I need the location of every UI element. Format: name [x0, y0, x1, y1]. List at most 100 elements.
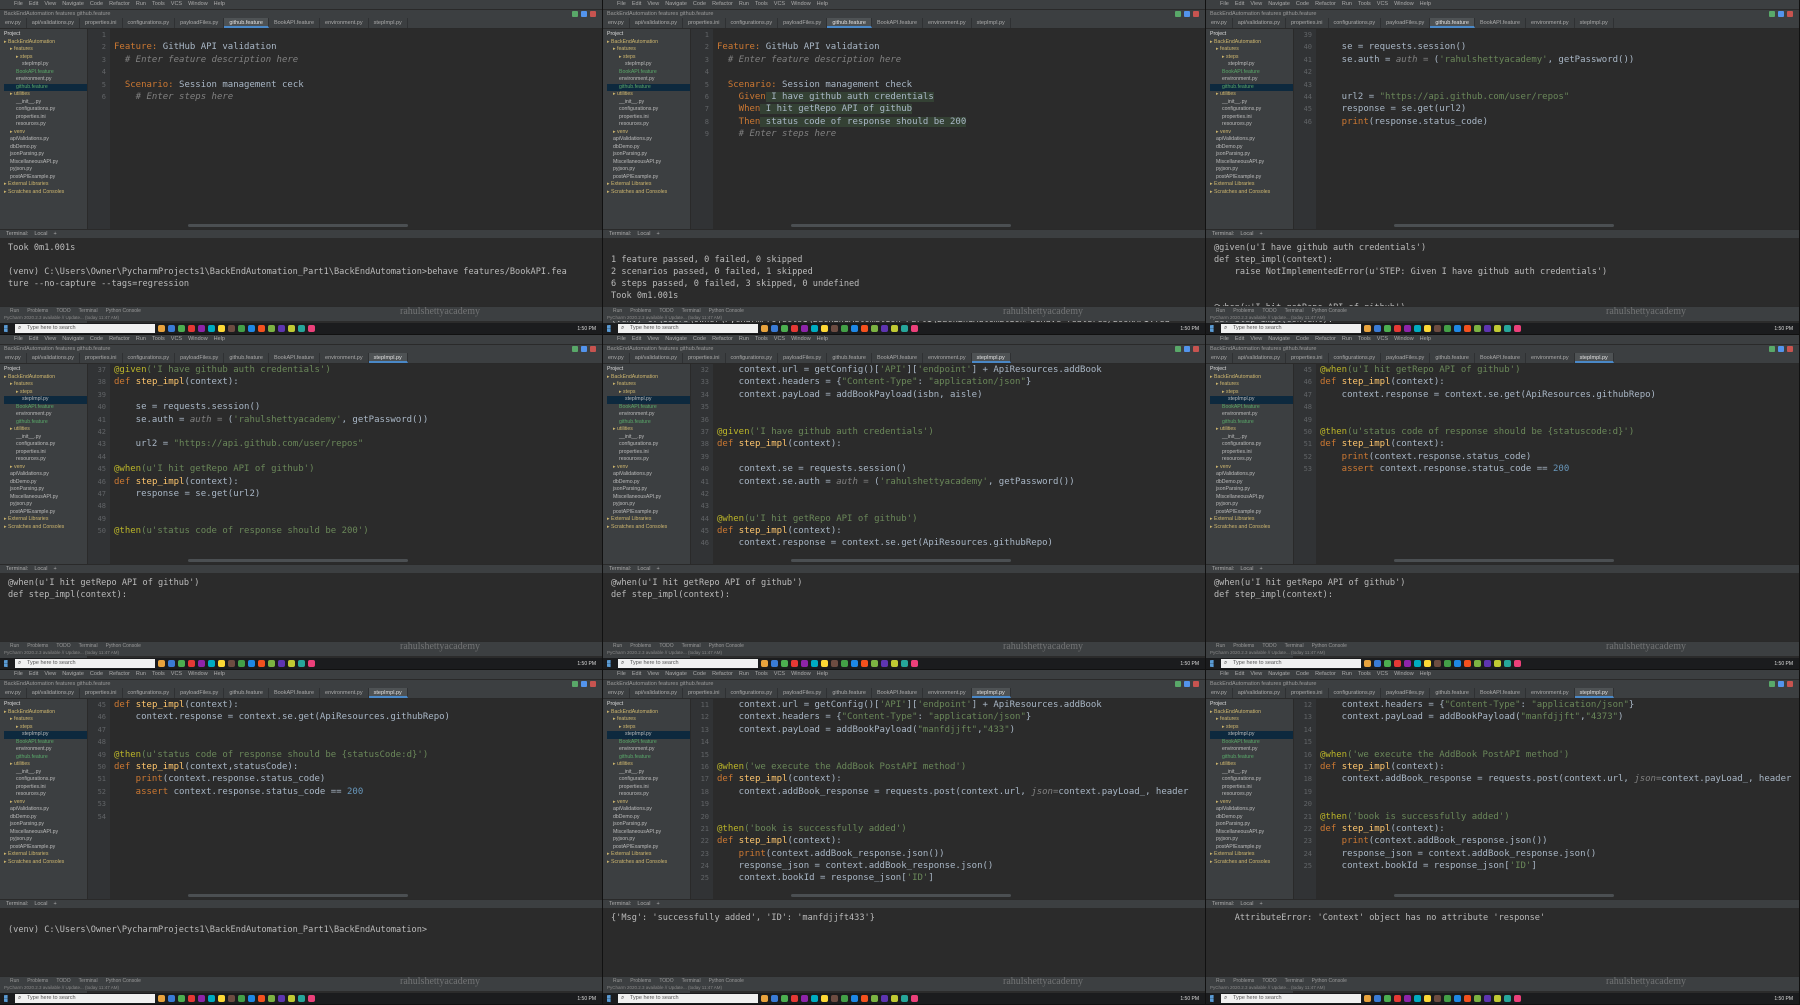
- stop-icon[interactable]: [1787, 11, 1793, 17]
- menu-item-file[interactable]: File: [1220, 0, 1229, 9]
- menu-item-code[interactable]: Code: [1296, 335, 1309, 344]
- terminal-tab[interactable]: Terminal:: [6, 900, 28, 908]
- terminal-tab[interactable]: Terminal:: [609, 900, 631, 908]
- editor-tab[interactable]: BookAPI.feature: [872, 688, 924, 698]
- editor-tab[interactable]: payloadFiles.py: [1381, 18, 1431, 28]
- tree-item[interactable]: ▸ External Libraries: [1210, 516, 1293, 524]
- tree-item[interactable]: pyjson.py: [1210, 836, 1293, 844]
- menu-item-vcs[interactable]: VCS: [1377, 670, 1388, 679]
- taskbar-app-icon[interactable]: [881, 660, 888, 667]
- tree-item[interactable]: environment.py: [607, 76, 690, 84]
- terminal-tab[interactable]: Local: [1240, 230, 1253, 238]
- menu-item-tools[interactable]: Tools: [755, 0, 768, 9]
- menu-item-navigate[interactable]: Navigate: [665, 0, 687, 9]
- tool-tab[interactable]: TODO: [56, 977, 70, 985]
- tree-item[interactable]: ▸ features: [607, 716, 690, 724]
- menu-item-vcs[interactable]: VCS: [774, 335, 785, 344]
- editor-tab[interactable]: environment.py: [320, 688, 369, 698]
- menu-item-edit[interactable]: Edit: [29, 670, 38, 679]
- tree-item[interactable]: jsonParsing.py: [1210, 151, 1293, 159]
- tree-item[interactable]: apiValidations.py: [1210, 806, 1293, 814]
- tree-item[interactable]: ▸ External Libraries: [607, 851, 690, 859]
- tree-item[interactable]: BookAPI.feature: [1210, 69, 1293, 77]
- tree-item[interactable]: github.feature: [1210, 754, 1293, 762]
- tree-item[interactable]: ▸ utilities: [1210, 426, 1293, 434]
- tree-item[interactable]: environment.py: [1210, 76, 1293, 84]
- tool-tab[interactable]: TODO: [1262, 307, 1276, 315]
- taskbar-app-icon[interactable]: [1404, 995, 1411, 1002]
- debug-icon[interactable]: [1184, 11, 1190, 17]
- tree-item[interactable]: BookAPI.feature: [607, 739, 690, 747]
- tree-item[interactable]: postAPIExample.py: [1210, 844, 1293, 852]
- tree-item[interactable]: dbDemo.py: [1210, 144, 1293, 152]
- taskbar-search[interactable]: Type here to search: [618, 994, 758, 1003]
- taskbar-app-icon[interactable]: [1504, 660, 1511, 667]
- menu-item-refactor[interactable]: Refactor: [109, 335, 130, 344]
- tree-item[interactable]: github.feature: [1210, 83, 1293, 91]
- terminal-tab[interactable]: Local: [1240, 900, 1253, 908]
- editor-tab[interactable]: properties.ini: [1286, 18, 1329, 28]
- tool-tab[interactable]: Problems: [630, 307, 651, 315]
- terminal-tab[interactable]: Terminal:: [1212, 230, 1234, 238]
- tree-item[interactable]: stepImpl.py: [4, 61, 87, 69]
- taskbar-app-icon[interactable]: [1424, 325, 1431, 332]
- stop-icon[interactable]: [1787, 346, 1793, 352]
- tree-item[interactable]: stepImpl.py: [607, 61, 690, 69]
- tree-item[interactable]: properties.ini: [607, 449, 690, 457]
- editor-tab[interactable]: properties.ini: [80, 353, 123, 363]
- taskbar-app-icon[interactable]: [1494, 660, 1501, 667]
- tree-item[interactable]: ▸ venv: [1210, 799, 1293, 807]
- tree-item[interactable]: pyjson.py: [1210, 166, 1293, 174]
- code-editor[interactable]: 1 2 3 4 5 6 7 8 9 Feature: GitHub API validation …: [691, 29, 1205, 229]
- taskbar-app-icon[interactable]: [1444, 995, 1451, 1002]
- tree-item[interactable]: properties.ini: [607, 784, 690, 792]
- editor-tab[interactable]: environment.py: [923, 18, 972, 28]
- terminal-tab[interactable]: Terminal:: [6, 565, 28, 573]
- taskbar-app-icon[interactable]: [308, 660, 315, 667]
- menu-item-vcs[interactable]: VCS: [774, 670, 785, 679]
- menu-item-navigate[interactable]: Navigate: [62, 335, 84, 344]
- tree-item[interactable]: dbDemo.py: [1210, 479, 1293, 487]
- taskbar-app-icon[interactable]: [198, 325, 205, 332]
- tool-tab[interactable]: Terminal: [79, 307, 98, 315]
- tree-item[interactable]: ▸ venv: [4, 799, 87, 807]
- editor-tab[interactable]: BookAPI.feature: [269, 18, 321, 28]
- taskbar-app-icon[interactable]: [871, 995, 878, 1002]
- editor-tab[interactable]: payloadFiles.py: [1381, 688, 1431, 698]
- tree-item[interactable]: ▸ features: [607, 381, 690, 389]
- tree-item[interactable]: ▸ utilities: [4, 91, 87, 99]
- taskbar-app-icon[interactable]: [791, 995, 798, 1002]
- terminal-output[interactable]: @when(u'I hit getRepo API of github') de…: [0, 573, 602, 641]
- tree-item[interactable]: MiscellaneousAPI.py: [1210, 159, 1293, 167]
- tree-item[interactable]: stepImpl.py: [1210, 731, 1293, 739]
- tree-item[interactable]: ▸ steps: [1210, 724, 1293, 732]
- taskbar-app-icon[interactable]: [1464, 660, 1471, 667]
- taskbar-app-icon[interactable]: [771, 325, 778, 332]
- code-area[interactable]: context.headers = {"Content-Type": "appl…: [1320, 699, 1799, 899]
- debug-icon[interactable]: [1778, 681, 1784, 687]
- taskbar-app-icon[interactable]: [791, 325, 798, 332]
- editor-tab[interactable]: BookAPI.feature: [269, 353, 321, 363]
- tree-item[interactable]: ▸ utilities: [1210, 91, 1293, 99]
- taskbar-app-icon[interactable]: [218, 660, 225, 667]
- taskbar-app-icon[interactable]: [1434, 325, 1441, 332]
- editor-tab[interactable]: environment.py: [1526, 18, 1575, 28]
- editor-tab[interactable]: payloadFiles.py: [778, 353, 828, 363]
- menu-item-edit[interactable]: Edit: [29, 335, 38, 344]
- tree-item[interactable]: resources.py: [607, 456, 690, 464]
- menu-item-tools[interactable]: Tools: [755, 670, 768, 679]
- tree-item[interactable]: ▸ venv: [607, 129, 690, 137]
- tree-item[interactable]: ▸ External Libraries: [4, 851, 87, 859]
- menu-item-help[interactable]: Help: [1420, 335, 1431, 344]
- editor-tab[interactable]: env.py: [603, 688, 630, 698]
- tree-item[interactable]: ▸ BackEndAutomation: [4, 374, 87, 382]
- taskbar-app-icon[interactable]: [158, 660, 165, 667]
- editor-tab[interactable]: BookAPI.feature: [872, 353, 924, 363]
- tree-item[interactable]: jsonParsing.py: [1210, 821, 1293, 829]
- taskbar-app-icon[interactable]: [1474, 660, 1481, 667]
- taskbar-app-icon[interactable]: [1374, 660, 1381, 667]
- taskbar-app-icon[interactable]: [238, 995, 245, 1002]
- tree-item[interactable]: MiscellaneousAPI.py: [4, 494, 87, 502]
- tool-tab[interactable]: Python Console: [106, 642, 141, 650]
- terminal-tab[interactable]: +: [656, 900, 659, 908]
